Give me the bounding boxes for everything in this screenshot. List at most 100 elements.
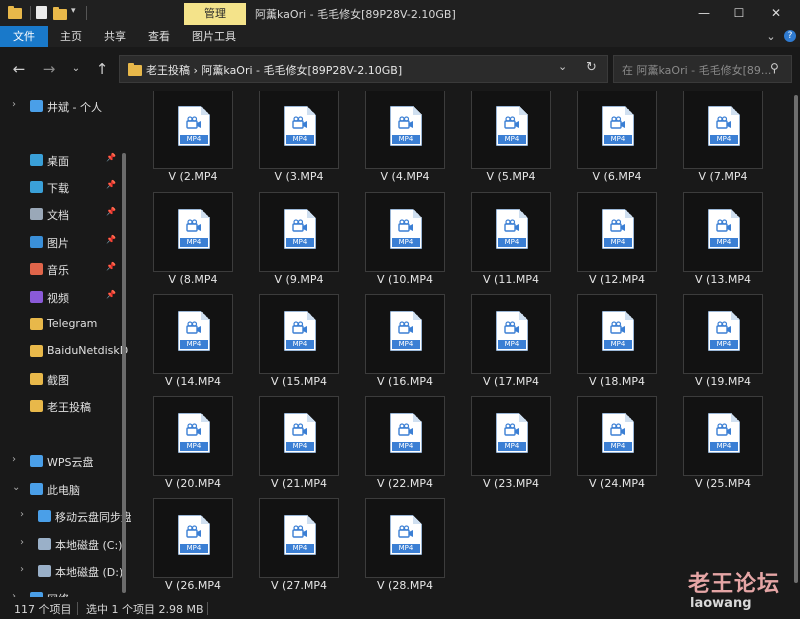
- sidebar-item-desktop[interactable]: 桌面 📌: [0, 149, 131, 171]
- file-item[interactable]: MP4 V (10.MP4: [365, 192, 445, 288]
- file-item[interactable]: MP4 V (17.MP4: [471, 294, 551, 390]
- separator: [30, 6, 31, 20]
- sidebar-item-screenshots[interactable]: 截图: [0, 368, 131, 390]
- file-name: V (23.MP4: [483, 477, 539, 490]
- tab-view[interactable]: 查看: [140, 26, 178, 47]
- sidebar-item-personal-onedrive[interactable]: › 井斌 - 个人: [0, 95, 131, 117]
- refresh-icon[interactable]: ↻: [586, 60, 597, 75]
- file-item[interactable]: MP4 V (4.MP4: [365, 91, 445, 185]
- video-file-icon: MP4: [284, 413, 316, 453]
- file-item[interactable]: MP4 V (13.MP4: [683, 192, 763, 288]
- up-arrow-icon[interactable]: ↑: [93, 60, 111, 78]
- tab-home[interactable]: 主页: [52, 26, 90, 47]
- file-type-badge: MP4: [710, 340, 738, 349]
- file-name: V (22.MP4: [377, 477, 433, 490]
- properties-icon[interactable]: [36, 6, 47, 19]
- folder-icon: [30, 400, 43, 412]
- file-type-badge: MP4: [604, 135, 632, 144]
- sidebar-item-laowang-submissions[interactable]: 老王投稿: [0, 395, 131, 417]
- file-item[interactable]: MP4 V (21.MP4: [259, 396, 339, 492]
- file-item[interactable]: MP4 V (3.MP4: [259, 91, 339, 185]
- file-item[interactable]: MP4 V (14.MP4: [153, 294, 233, 390]
- minimize-button[interactable]: —: [694, 4, 714, 22]
- file-item[interactable]: MP4 V (2.MP4: [153, 91, 233, 185]
- file-item[interactable]: MP4 V (23.MP4: [471, 396, 551, 492]
- file-item[interactable]: MP4 V (25.MP4: [683, 396, 763, 492]
- help-icon[interactable]: ?: [784, 30, 796, 42]
- tab-share[interactable]: 共享: [96, 26, 134, 47]
- expand-chevron-icon[interactable]: ›: [20, 537, 24, 548]
- search-box[interactable]: 在 阿薰kaOri - 毛毛修女[89... ⚲: [613, 55, 792, 83]
- file-thumbnail: MP4: [683, 91, 763, 169]
- camera-icon: [186, 423, 201, 436]
- search-icon[interactable]: ⚲: [770, 61, 779, 75]
- camera-icon: [186, 321, 201, 334]
- file-name: V (20.MP4: [165, 477, 221, 490]
- tab-file[interactable]: 文件: [0, 26, 48, 47]
- expand-chevron-icon[interactable]: ›: [12, 454, 16, 465]
- sidebar-item-label: 此电脑: [47, 484, 80, 497]
- file-item[interactable]: MP4 V (18.MP4: [577, 294, 657, 390]
- file-item[interactable]: MP4 V (27.MP4: [259, 498, 339, 594]
- maximize-button[interactable]: ☐: [729, 4, 749, 22]
- close-button[interactable]: ✕: [766, 4, 786, 22]
- file-item[interactable]: MP4 V (8.MP4: [153, 192, 233, 288]
- file-item[interactable]: MP4 V (11.MP4: [471, 192, 551, 288]
- sidebar-item-local-disk-c[interactable]: › 本地磁盘 (C:): [0, 533, 131, 555]
- sidebar-item-videos[interactable]: 视频 📌: [0, 286, 131, 308]
- file-item[interactable]: MP4 V (7.MP4: [683, 91, 763, 185]
- file-item[interactable]: MP4 V (22.MP4: [365, 396, 445, 492]
- file-item[interactable]: MP4 V (20.MP4: [153, 396, 233, 492]
- separator: [77, 602, 78, 615]
- sidebar-item-mobile-cloud-sync[interactable]: › 移动云盘同步盘: [0, 505, 131, 527]
- sidebar-item-documents[interactable]: 文档 📌: [0, 203, 131, 225]
- video-file-icon: MP4: [178, 311, 210, 351]
- file-item[interactable]: MP4 V (26.MP4: [153, 498, 233, 594]
- file-item[interactable]: MP4 V (12.MP4: [577, 192, 657, 288]
- file-type-badge: MP4: [392, 135, 420, 144]
- sidebar-item-downloads[interactable]: 下载 📌: [0, 176, 131, 198]
- file-name: V (14.MP4: [165, 375, 221, 388]
- sidebar-item-network[interactable]: ›网络: [0, 587, 131, 597]
- expand-chevron-icon[interactable]: ›: [20, 509, 24, 520]
- file-item[interactable]: MP4 V (24.MP4: [577, 396, 657, 492]
- file-item[interactable]: MP4 V (28.MP4: [365, 498, 445, 594]
- collapse-chevron-icon[interactable]: ⌄: [12, 482, 20, 493]
- ribbon-expand-icon[interactable]: ⌄: [762, 26, 780, 47]
- sidebar-item-baidunetdisk[interactable]: BaiduNetdiskD: [0, 340, 131, 362]
- address-bar[interactable]: 老王投稿 › 阿薰kaOri - 毛毛修女[89P28V-2.10GB] ⌄ ↻: [119, 55, 608, 83]
- expand-chevron-icon[interactable]: ›: [20, 564, 24, 575]
- new-folder-icon[interactable]: [53, 7, 67, 20]
- tab-manage[interactable]: 管理: [184, 3, 246, 25]
- sidebar-item-local-disk-d[interactable]: › 本地磁盘 (D:): [0, 560, 131, 582]
- file-item[interactable]: MP4 V (9.MP4: [259, 192, 339, 288]
- file-item[interactable]: MP4 V (6.MP4: [577, 91, 657, 185]
- file-type-badge: MP4: [710, 135, 738, 144]
- sidebar-item-music[interactable]: 音乐 📌: [0, 258, 131, 280]
- sidebar-item-telegram[interactable]: Telegram: [0, 313, 131, 335]
- video-file-icon: MP4: [602, 106, 634, 146]
- vertical-scrollbar[interactable]: [794, 95, 798, 583]
- search-placeholder: 在 阿薰kaOri - 毛毛修女[89...: [622, 64, 772, 77]
- sidebar-item-label: 视频: [47, 292, 69, 305]
- file-thumbnail: MP4: [259, 294, 339, 374]
- sidebar-item-this-pc[interactable]: ⌄ 此电脑: [0, 478, 131, 500]
- file-item[interactable]: MP4 V (5.MP4: [471, 91, 551, 185]
- file-item[interactable]: MP4 V (15.MP4: [259, 294, 339, 390]
- breadcrumb[interactable]: 老王投稿 › 阿薰kaOri - 毛毛修女[89P28V-2.10GB]: [146, 62, 402, 78]
- file-type-badge: MP4: [180, 340, 208, 349]
- sidebar-item-wps-cloud[interactable]: › WPS云盘: [0, 450, 131, 472]
- file-thumbnail: MP4: [577, 192, 657, 272]
- video-file-icon: MP4: [496, 106, 528, 146]
- expand-chevron-icon[interactable]: ›: [12, 99, 16, 110]
- back-arrow-icon[interactable]: ←: [10, 60, 28, 78]
- tab-picture-tools[interactable]: 图片工具: [186, 26, 242, 47]
- file-item[interactable]: MP4 V (16.MP4: [365, 294, 445, 390]
- sidebar-item-pictures[interactable]: 图片 📌: [0, 231, 131, 253]
- recent-locations-chevron-icon[interactable]: ⌄: [67, 60, 85, 78]
- file-item[interactable]: MP4 V (19.MP4: [683, 294, 763, 390]
- sidebar-scrollbar[interactable]: [122, 153, 126, 593]
- forward-arrow-icon[interactable]: →: [40, 60, 58, 78]
- address-dropdown-chevron-icon[interactable]: ⌄: [558, 60, 567, 73]
- quick-access-dropdown-icon[interactable]: ▾: [71, 6, 76, 22]
